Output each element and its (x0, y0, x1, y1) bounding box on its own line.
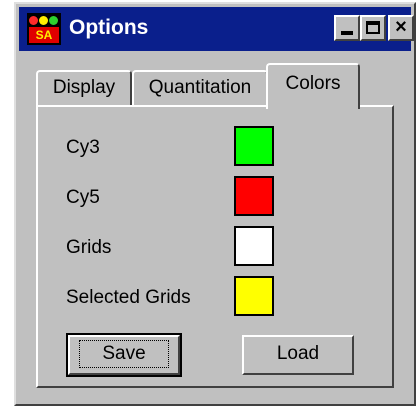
colors-tab-panel: Cy3 Cy5 Grids Selected Grids Save Load (36, 105, 394, 388)
tab-colors[interactable]: Colors (266, 63, 360, 109)
save-button-label: Save (79, 340, 169, 368)
app-icon-yellow-dot (39, 16, 48, 25)
maximize-button[interactable] (360, 15, 386, 41)
save-button[interactable]: Save (66, 333, 182, 377)
title-bar[interactable]: SA Options × (19, 7, 414, 51)
minimize-icon (341, 31, 353, 35)
grids-label: Grids (66, 237, 112, 258)
window-title: Options (69, 16, 149, 39)
selected-grids-label: Selected Grids (66, 287, 191, 308)
load-button[interactable]: Load (242, 335, 354, 375)
app-icon: SA (27, 13, 61, 45)
app-icon-red-dot (29, 16, 38, 25)
app-icon-text: SA (29, 27, 59, 43)
tab-quantitation[interactable]: Quantitation (132, 70, 268, 106)
app-icon-green-dot (49, 16, 58, 25)
close-button[interactable]: × (388, 15, 414, 41)
cy3-color-swatch[interactable] (234, 126, 274, 166)
cy5-color-swatch[interactable] (234, 176, 274, 216)
cy3-label: Cy3 (66, 137, 100, 158)
close-icon: × (395, 16, 407, 38)
minimize-button[interactable] (334, 15, 360, 41)
grids-color-swatch[interactable] (234, 226, 274, 266)
maximize-icon (366, 21, 380, 34)
tab-display[interactable]: Display (36, 70, 132, 106)
selected-grids-color-swatch[interactable] (234, 276, 274, 316)
cy5-label: Cy5 (66, 187, 100, 208)
